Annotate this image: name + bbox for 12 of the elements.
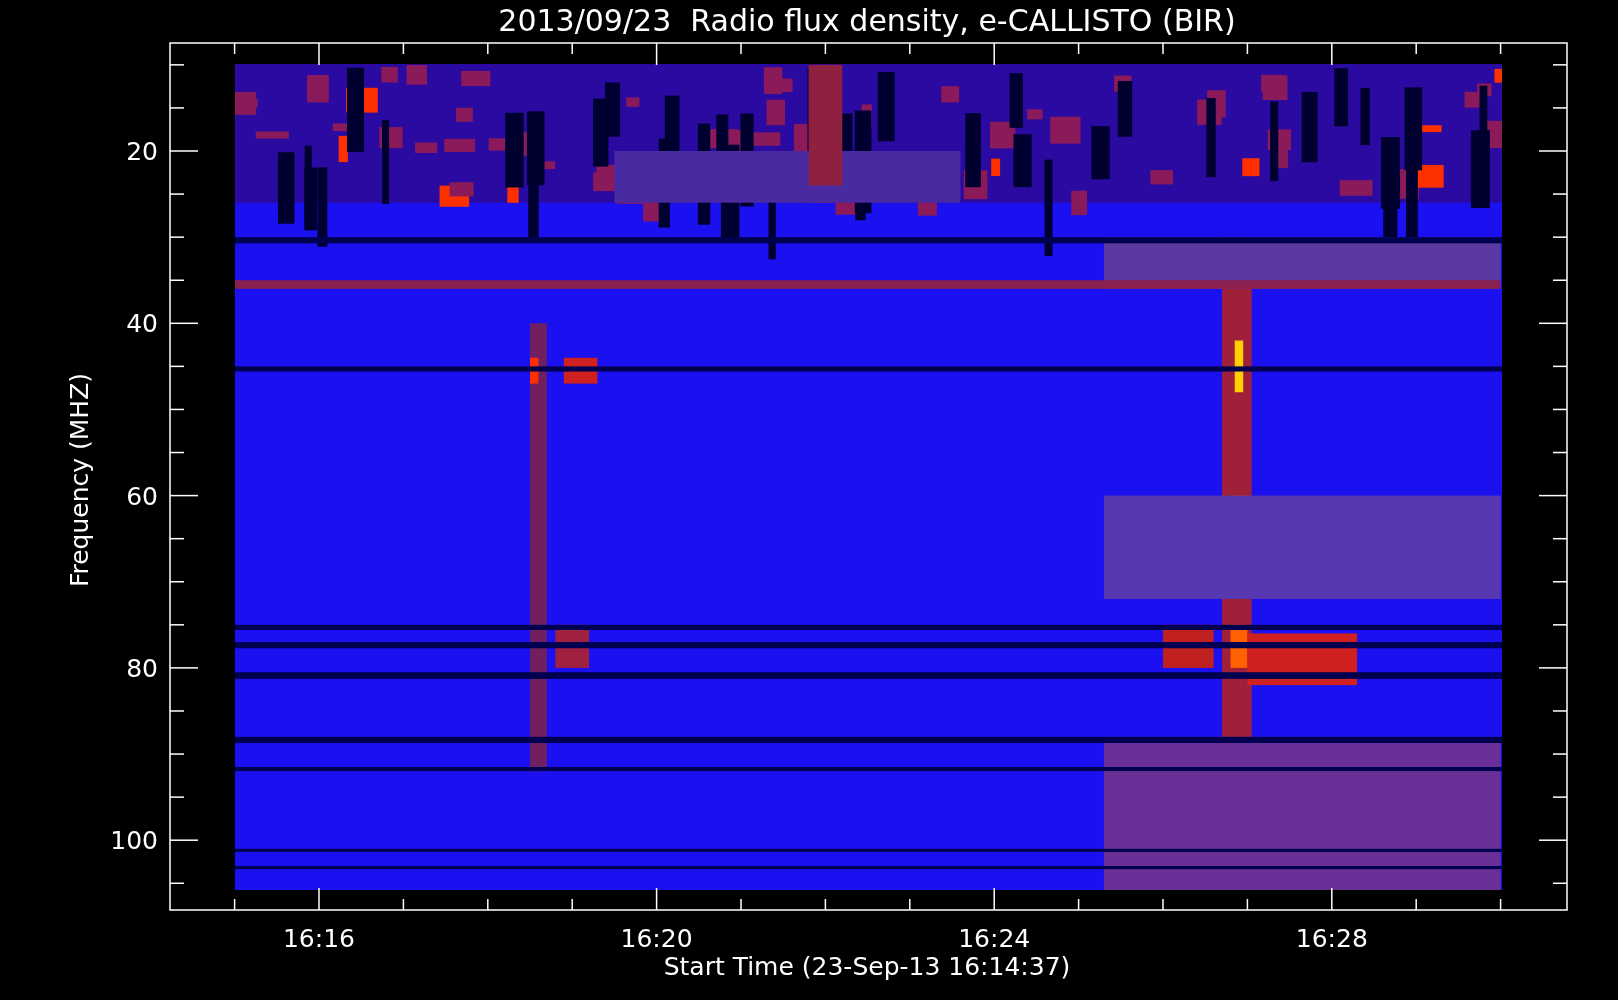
- y-tick-label: 40: [126, 309, 158, 339]
- x-tick-label: 16:24: [958, 924, 1031, 953]
- y-tick-label: 100: [110, 826, 158, 856]
- x-tick-label: 16:28: [1295, 924, 1368, 953]
- y-axis-label: Frequency (MHZ): [65, 372, 94, 588]
- x-axis-label: Start Time (23-Sep-13 16:14:37): [663, 952, 1071, 981]
- x-tick-label: 16:16: [283, 924, 355, 953]
- y-tick-label: 60: [126, 481, 158, 511]
- y-tick-label: 80: [126, 653, 158, 683]
- y-tick-label: 20: [126, 137, 158, 166]
- x-tick-label: 16:20: [620, 924, 693, 953]
- chart-title: 2013/09/23 Radio flux density, e-CALLISTO (BIR): [498, 3, 1236, 38]
